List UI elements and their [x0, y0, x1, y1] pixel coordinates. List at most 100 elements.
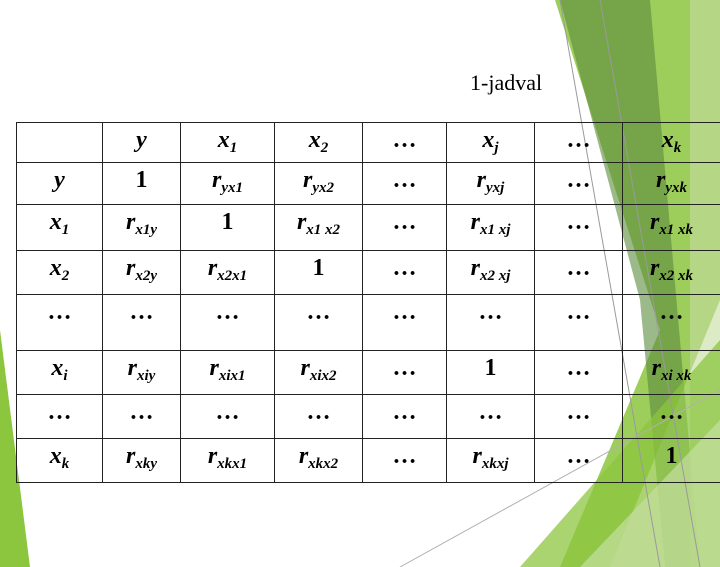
- table-row: ……………………: [16, 394, 720, 439]
- cell-symbol: …: [566, 443, 591, 469]
- cell-symbol: r: [209, 355, 219, 381]
- table-header-cell: [16, 122, 103, 163]
- table-cell: …: [362, 394, 447, 439]
- cell-symbol: …: [392, 127, 417, 153]
- table-cell: …: [362, 204, 447, 251]
- table-cell: …: [180, 394, 275, 439]
- cell-subscript: 1: [229, 140, 238, 156]
- table-caption: 1-jadval: [470, 70, 543, 95]
- cell-symbol: …: [566, 299, 591, 325]
- cell-symbol: …: [215, 399, 240, 425]
- cell-symbol: …: [478, 299, 503, 325]
- cell-symbol: r: [472, 443, 482, 469]
- cell-symbol: r: [127, 355, 137, 381]
- table-cell: ryx1: [180, 162, 275, 205]
- table-cell: …: [534, 204, 623, 251]
- cell-subscript: xix1: [218, 368, 246, 384]
- cell-symbol: r: [207, 443, 218, 469]
- cell-symbol: 1: [665, 443, 678, 469]
- cell-subscript: 1: [61, 222, 70, 238]
- cell-subscript: yxj: [486, 180, 505, 196]
- cell-symbol: r: [298, 443, 309, 469]
- cell-subscript: k: [673, 140, 682, 156]
- cell-symbol: r: [302, 167, 313, 193]
- cell-symbol: x: [51, 355, 64, 381]
- table-cell: rx1 xk: [622, 204, 720, 251]
- table-row: y 1 ryx1 ryx2… ryxj… ryxk: [16, 162, 720, 205]
- table-cell: …: [102, 394, 181, 439]
- cell-symbol: 1: [484, 355, 497, 381]
- table-cell: rx2x1: [180, 250, 275, 295]
- cell-symbol: …: [566, 255, 591, 281]
- table-row: xi rxiy rxix1 rxix2… 1… rxi xk: [16, 350, 720, 395]
- table-header-cell: …: [534, 122, 623, 163]
- cell-symbol: …: [392, 255, 417, 281]
- cell-subscript: x2y: [135, 268, 157, 284]
- table-cell: rxky: [102, 438, 181, 483]
- cell-symbol: r: [296, 209, 307, 235]
- cell-subscript: xiy: [137, 368, 156, 384]
- table-row: xk rxky rxkx1 rxkx2… rxkxj… 1: [16, 438, 720, 483]
- table-cell: ryx2: [274, 162, 363, 205]
- cell-subscript: xix2: [309, 368, 337, 384]
- cell-subscript: i: [63, 368, 68, 384]
- cell-symbol: x: [308, 127, 321, 153]
- cell-symbol: …: [566, 355, 591, 381]
- cell-symbol: …: [566, 127, 591, 153]
- cell-symbol: r: [470, 255, 480, 281]
- cell-symbol: …: [392, 299, 417, 325]
- table-cell: rx2y: [102, 250, 181, 295]
- cell-subscript: xkxj: [481, 456, 509, 472]
- table-cell: 1: [102, 162, 181, 205]
- cell-symbol: …: [306, 399, 331, 425]
- cell-symbol: …: [478, 399, 503, 425]
- table-row-header-cell: …: [16, 294, 103, 351]
- table-row: x2 rx2y rx2x1 1… rx2 xj… rx2 xk: [16, 250, 720, 295]
- cell-subscript: yx1: [221, 180, 243, 196]
- cell-symbol: …: [306, 299, 331, 325]
- table-cell: …: [622, 294, 720, 351]
- table-row-header-cell: …: [16, 394, 103, 439]
- table-cell: rxkx1: [180, 438, 275, 483]
- table-cell: ryxj: [446, 162, 535, 205]
- table-row-header-cell: xi: [16, 350, 103, 395]
- table-cell: 1: [446, 350, 535, 395]
- table-cell: …: [534, 350, 623, 395]
- cell-symbol: r: [125, 443, 136, 469]
- cell-symbol: r: [651, 355, 661, 381]
- table-cell: rxiy: [102, 350, 181, 395]
- cell-subscript: xkx1: [217, 456, 248, 472]
- cell-symbol: 1: [221, 209, 234, 235]
- table-header-cell: x1: [180, 122, 275, 163]
- table-cell: …: [274, 294, 363, 351]
- cell-subscript: x1y: [135, 222, 157, 238]
- table-cell: rxkxj: [446, 438, 535, 483]
- cell-symbol: …: [392, 355, 417, 381]
- table-cell: …: [274, 394, 363, 439]
- cell-symbol: y: [54, 167, 65, 193]
- cell-subscript: xkx2: [308, 456, 339, 472]
- table-cell: …: [446, 394, 535, 439]
- table-cell: …: [362, 162, 447, 205]
- table-cell: rxi xk: [622, 350, 720, 395]
- cell-symbol: …: [392, 209, 417, 235]
- cell-symbol: r: [300, 355, 310, 381]
- cell-subscript: xky: [135, 456, 157, 472]
- table-cell: …: [446, 294, 535, 351]
- cell-symbol: r: [655, 167, 666, 193]
- cell-symbol: r: [211, 167, 222, 193]
- table-header-cell: xk: [622, 122, 720, 163]
- cell-symbol: …: [659, 399, 684, 425]
- table-cell: …: [102, 294, 181, 351]
- table-cell: ryxk: [622, 162, 720, 205]
- cell-subscript: xi xk: [660, 368, 692, 384]
- cell-symbol: …: [47, 399, 72, 425]
- cell-symbol: x: [661, 127, 674, 153]
- table-header-cell: x2: [274, 122, 363, 163]
- table-header-row: y x1 x2… xj… xk: [16, 122, 720, 163]
- table-cell: …: [362, 294, 447, 351]
- table-cell: …: [362, 438, 447, 483]
- cell-subscript: yx2: [312, 180, 334, 196]
- cell-subscript: x1 xk: [659, 222, 694, 238]
- cell-subscript: x2 xk: [659, 268, 694, 284]
